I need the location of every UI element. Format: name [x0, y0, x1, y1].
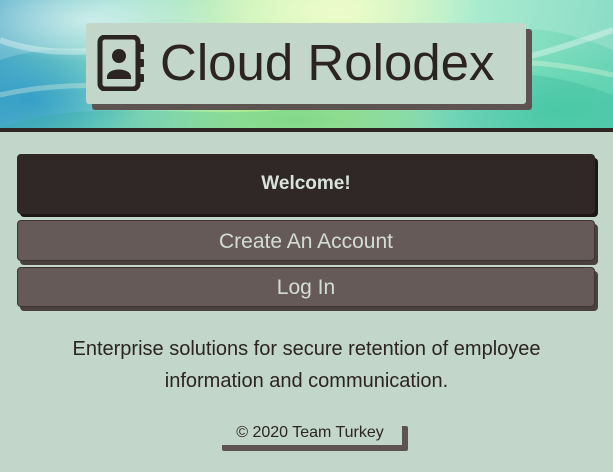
tagline-line-1: Enterprise solutions for secure retentio… — [72, 338, 541, 360]
app-title: Cloud Rolodex — [160, 34, 495, 91]
welcome-banner: Welcome! — [17, 154, 595, 214]
tagline-line-2: information and communication. — [164, 370, 449, 392]
login-button[interactable]: Log In — [17, 267, 595, 307]
create-account-button[interactable]: Create An Account — [17, 220, 595, 261]
address-book-icon — [97, 35, 144, 91]
footer: © 2020 Team Turkey — [218, 421, 408, 451]
header-divider — [0, 128, 613, 132]
header-banner: Cloud Rolodex — [0, 0, 613, 128]
logo: Cloud Rolodex — [86, 23, 532, 110]
logo-box: Cloud Rolodex — [86, 23, 526, 104]
copyright-text: © 2020 Team Turkey — [218, 421, 402, 445]
tagline: Enterprise solutions for secure retentio… — [0, 333, 613, 397]
